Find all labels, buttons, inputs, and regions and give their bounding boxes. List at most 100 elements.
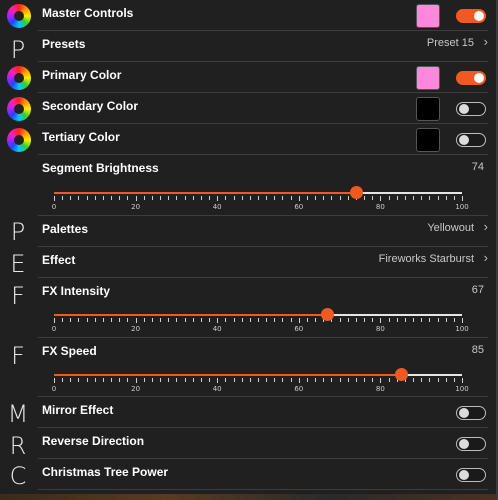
slider-tick [233, 378, 235, 382]
slider-tick [70, 196, 72, 200]
slider-tick [217, 196, 219, 201]
slider-tick [54, 378, 55, 383]
slider-tick [111, 378, 113, 382]
fx-intensity-value: 67 [471, 284, 484, 296]
slider-tick [266, 378, 268, 382]
slider-thumb[interactable] [394, 368, 408, 381]
toggle-knob [459, 408, 469, 418]
slider-tick [143, 196, 145, 200]
index-letter: P [10, 218, 26, 246]
slider-tick [135, 318, 137, 323]
master-color-swatch[interactable] [416, 4, 440, 28]
slider-tick-label: 20 [131, 203, 141, 211]
color-wheel-icon[interactable] [7, 66, 31, 90]
slider-tick [339, 378, 341, 382]
slider-tick [160, 318, 162, 322]
slider-tick [364, 196, 366, 200]
index-letter: F [11, 342, 25, 370]
palettes-row[interactable]: Palettes Yellowout › [38, 216, 488, 247]
slider-tick [290, 318, 292, 322]
christmas-tree-power-toggle[interactable] [456, 468, 486, 482]
slider-tick [298, 196, 300, 201]
segment-brightness-value: 74 [471, 161, 484, 173]
mirror-effect-toggle[interactable] [456, 406, 486, 420]
slider-tick [151, 196, 153, 200]
slider-tick [413, 196, 415, 200]
slider-tick [282, 318, 284, 322]
tertiary-color-toggle[interactable] [456, 133, 486, 147]
slider-tick-label: 40 [212, 203, 222, 211]
secondary-color-swatch[interactable] [416, 97, 440, 121]
primary-color-row: Primary Color [38, 62, 488, 93]
slider-tick [347, 378, 349, 382]
slider-tick [70, 318, 72, 322]
reverse-direction-row: Reverse Direction [38, 428, 488, 459]
tertiary-color-row: Tertiary Color [38, 124, 488, 155]
slider-tick [200, 378, 202, 382]
slider-tick-label: 0 [51, 385, 57, 393]
slider-tick [127, 378, 129, 382]
slider-tick [160, 378, 162, 382]
slider-tick [102, 196, 104, 200]
slider-tick [421, 378, 423, 382]
slider-tick [249, 196, 251, 200]
effect-row[interactable]: Effect Fireworks Starburst › [38, 247, 488, 278]
slider-tick-label: 80 [375, 385, 385, 393]
slider-tick [413, 378, 415, 382]
slider-tick [315, 318, 317, 322]
slider-thumb[interactable] [349, 186, 363, 199]
mirror-effect-label: Mirror Effect [42, 403, 114, 417]
slider-tick [364, 318, 366, 322]
slider-tick [306, 318, 308, 322]
slider-tick [168, 318, 170, 322]
slider-tick [217, 378, 219, 383]
slider-tick [233, 196, 235, 200]
slider-tick [421, 196, 423, 200]
slider-tick [86, 318, 88, 322]
slider-fill [54, 314, 328, 316]
app-window: P P E F F M R C Master Controls Presets … [0, 0, 498, 500]
master-controls-row: Master Controls [38, 0, 488, 31]
palettes-value: Yellowout [427, 222, 474, 234]
slider-tick [282, 196, 284, 200]
slider-tick [437, 378, 439, 382]
secondary-color-toggle[interactable] [456, 102, 486, 116]
reverse-direction-toggle[interactable] [456, 437, 486, 451]
color-wheel-icon[interactable] [7, 128, 31, 152]
slider-tick [339, 318, 341, 322]
master-controls-label: Master Controls [42, 6, 134, 20]
slider-tick-label: 100 [455, 385, 469, 393]
fx-speed-row: FX Speed 85 0 20 40 60 80 100 [38, 338, 488, 397]
tertiary-color-swatch[interactable] [416, 128, 440, 152]
slider-tick [78, 318, 80, 322]
slider-tick [184, 196, 186, 200]
mirror-effect-row: Mirror Effect [38, 397, 488, 428]
index-letter: R [9, 432, 27, 460]
color-wheel-icon[interactable] [7, 97, 31, 121]
presets-row[interactable]: Presets Preset 15 › [38, 31, 488, 62]
slider-tick [355, 378, 357, 382]
slider-tick [315, 378, 317, 382]
master-controls-toggle[interactable] [456, 9, 486, 23]
slider-fill [54, 374, 401, 376]
slider-tick [94, 196, 96, 200]
slider-tick [258, 378, 259, 382]
slider-tick-label: 100 [455, 203, 469, 211]
slider-tick [241, 378, 243, 382]
slider-tick-label: 0 [51, 203, 57, 211]
slider-tick [404, 196, 406, 200]
primary-color-swatch[interactable] [416, 66, 440, 90]
slider-tick [209, 196, 211, 200]
slider-tick [225, 378, 227, 382]
slider-tick [315, 196, 317, 200]
slider-tick [331, 378, 333, 382]
index-letter: M [7, 400, 29, 428]
slider-tick [249, 378, 251, 382]
slider-tick [421, 318, 423, 322]
color-wheel-icon[interactable] [7, 4, 31, 28]
index-letter: P [10, 36, 26, 64]
slider-tick [176, 318, 178, 322]
fx-intensity-row: FX Intensity 67 0 20 40 60 80 100 [38, 278, 488, 338]
primary-color-toggle[interactable] [456, 71, 486, 85]
slider-tick [453, 318, 455, 322]
